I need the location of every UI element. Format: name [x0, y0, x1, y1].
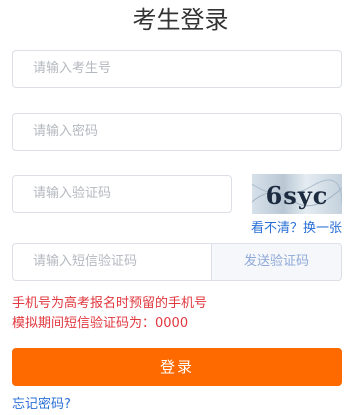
password-placeholder: 请输入密码 — [33, 124, 99, 139]
sms-code-input[interactable]: 请输入短信验证码 — [12, 243, 212, 281]
username-input[interactable]: 请输入考生号 — [12, 50, 342, 88]
forgot-password-link[interactable]: 忘记密码? — [12, 396, 71, 414]
page-title: 考生登录 — [132, 6, 229, 34]
captcha-placeholder: 请输入验证码 — [33, 186, 112, 201]
captcha-image[interactable]: 6syc — [252, 174, 342, 214]
sms-code-placeholder: 请输入短信验证码 — [33, 254, 138, 269]
sms-demo-hint: 模拟期间短信验证码为：0000 — [12, 316, 189, 331]
phone-hint: 手机号为高考报名时预留的手机号 — [12, 296, 208, 311]
captcha-text: 6syc — [266, 181, 329, 210]
login-button[interactable]: 登录 — [12, 348, 342, 386]
captcha-input[interactable]: 请输入验证码 — [12, 175, 232, 213]
password-input[interactable]: 请输入密码 — [12, 113, 342, 151]
username-placeholder: 请输入考生号 — [33, 61, 112, 76]
refresh-captcha-link[interactable]: 看不清？换一张 — [251, 220, 342, 238]
send-sms-button[interactable]: 发送验证码 — [211, 243, 342, 281]
